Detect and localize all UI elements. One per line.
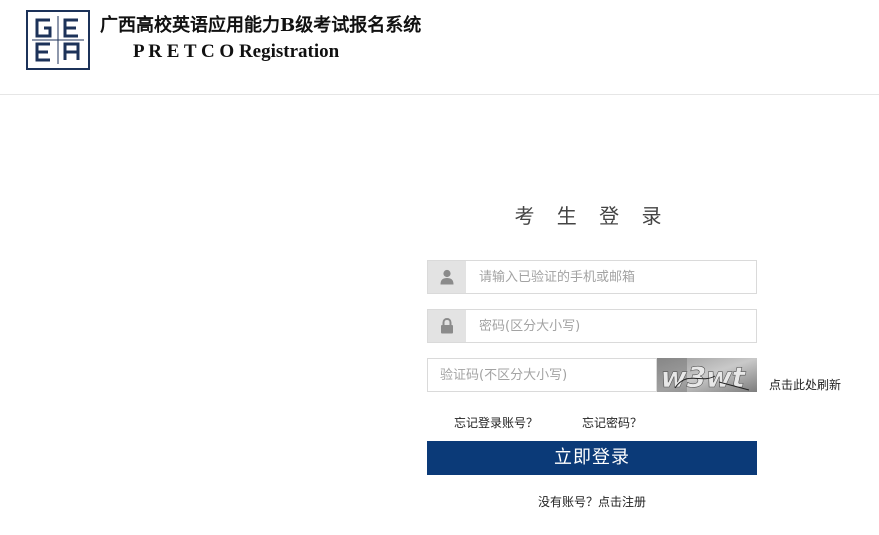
captcha-input[interactable]: [428, 359, 656, 391]
register-link[interactable]: 没有账号？点击注册: [427, 493, 757, 510]
header: 广西高校英语应用能力B级考试报名系统 P R E T C O Registrat…: [0, 0, 879, 95]
captcha-image[interactable]: w3wt: [657, 358, 757, 392]
login-title: 考 生 登 录: [514, 204, 670, 228]
captcha-text: w3wt: [657, 361, 748, 392]
lock-icon: [441, 318, 453, 334]
system-title-en: P R E T C O Registration: [133, 41, 340, 62]
forgot-password-link[interactable]: 忘记密码？: [582, 414, 642, 431]
username-input[interactable]: [466, 261, 754, 293]
username-field[interactable]: [427, 260, 757, 294]
geea-logo: [26, 10, 90, 70]
user-icon-box: [428, 261, 466, 293]
password-input[interactable]: [466, 310, 754, 342]
forgot-account-link[interactable]: 忘记登录账号？: [454, 414, 538, 431]
user-icon: [440, 269, 454, 285]
login-button[interactable]: 立即登录: [427, 441, 757, 475]
lock-icon-box: [428, 310, 466, 342]
password-field[interactable]: [427, 309, 757, 343]
captcha-refresh-link[interactable]: 点击此处刷新: [769, 376, 841, 393]
system-title-cn: 广西高校英语应用能力B级考试报名系统: [100, 15, 422, 36]
captcha-field[interactable]: [427, 358, 657, 392]
